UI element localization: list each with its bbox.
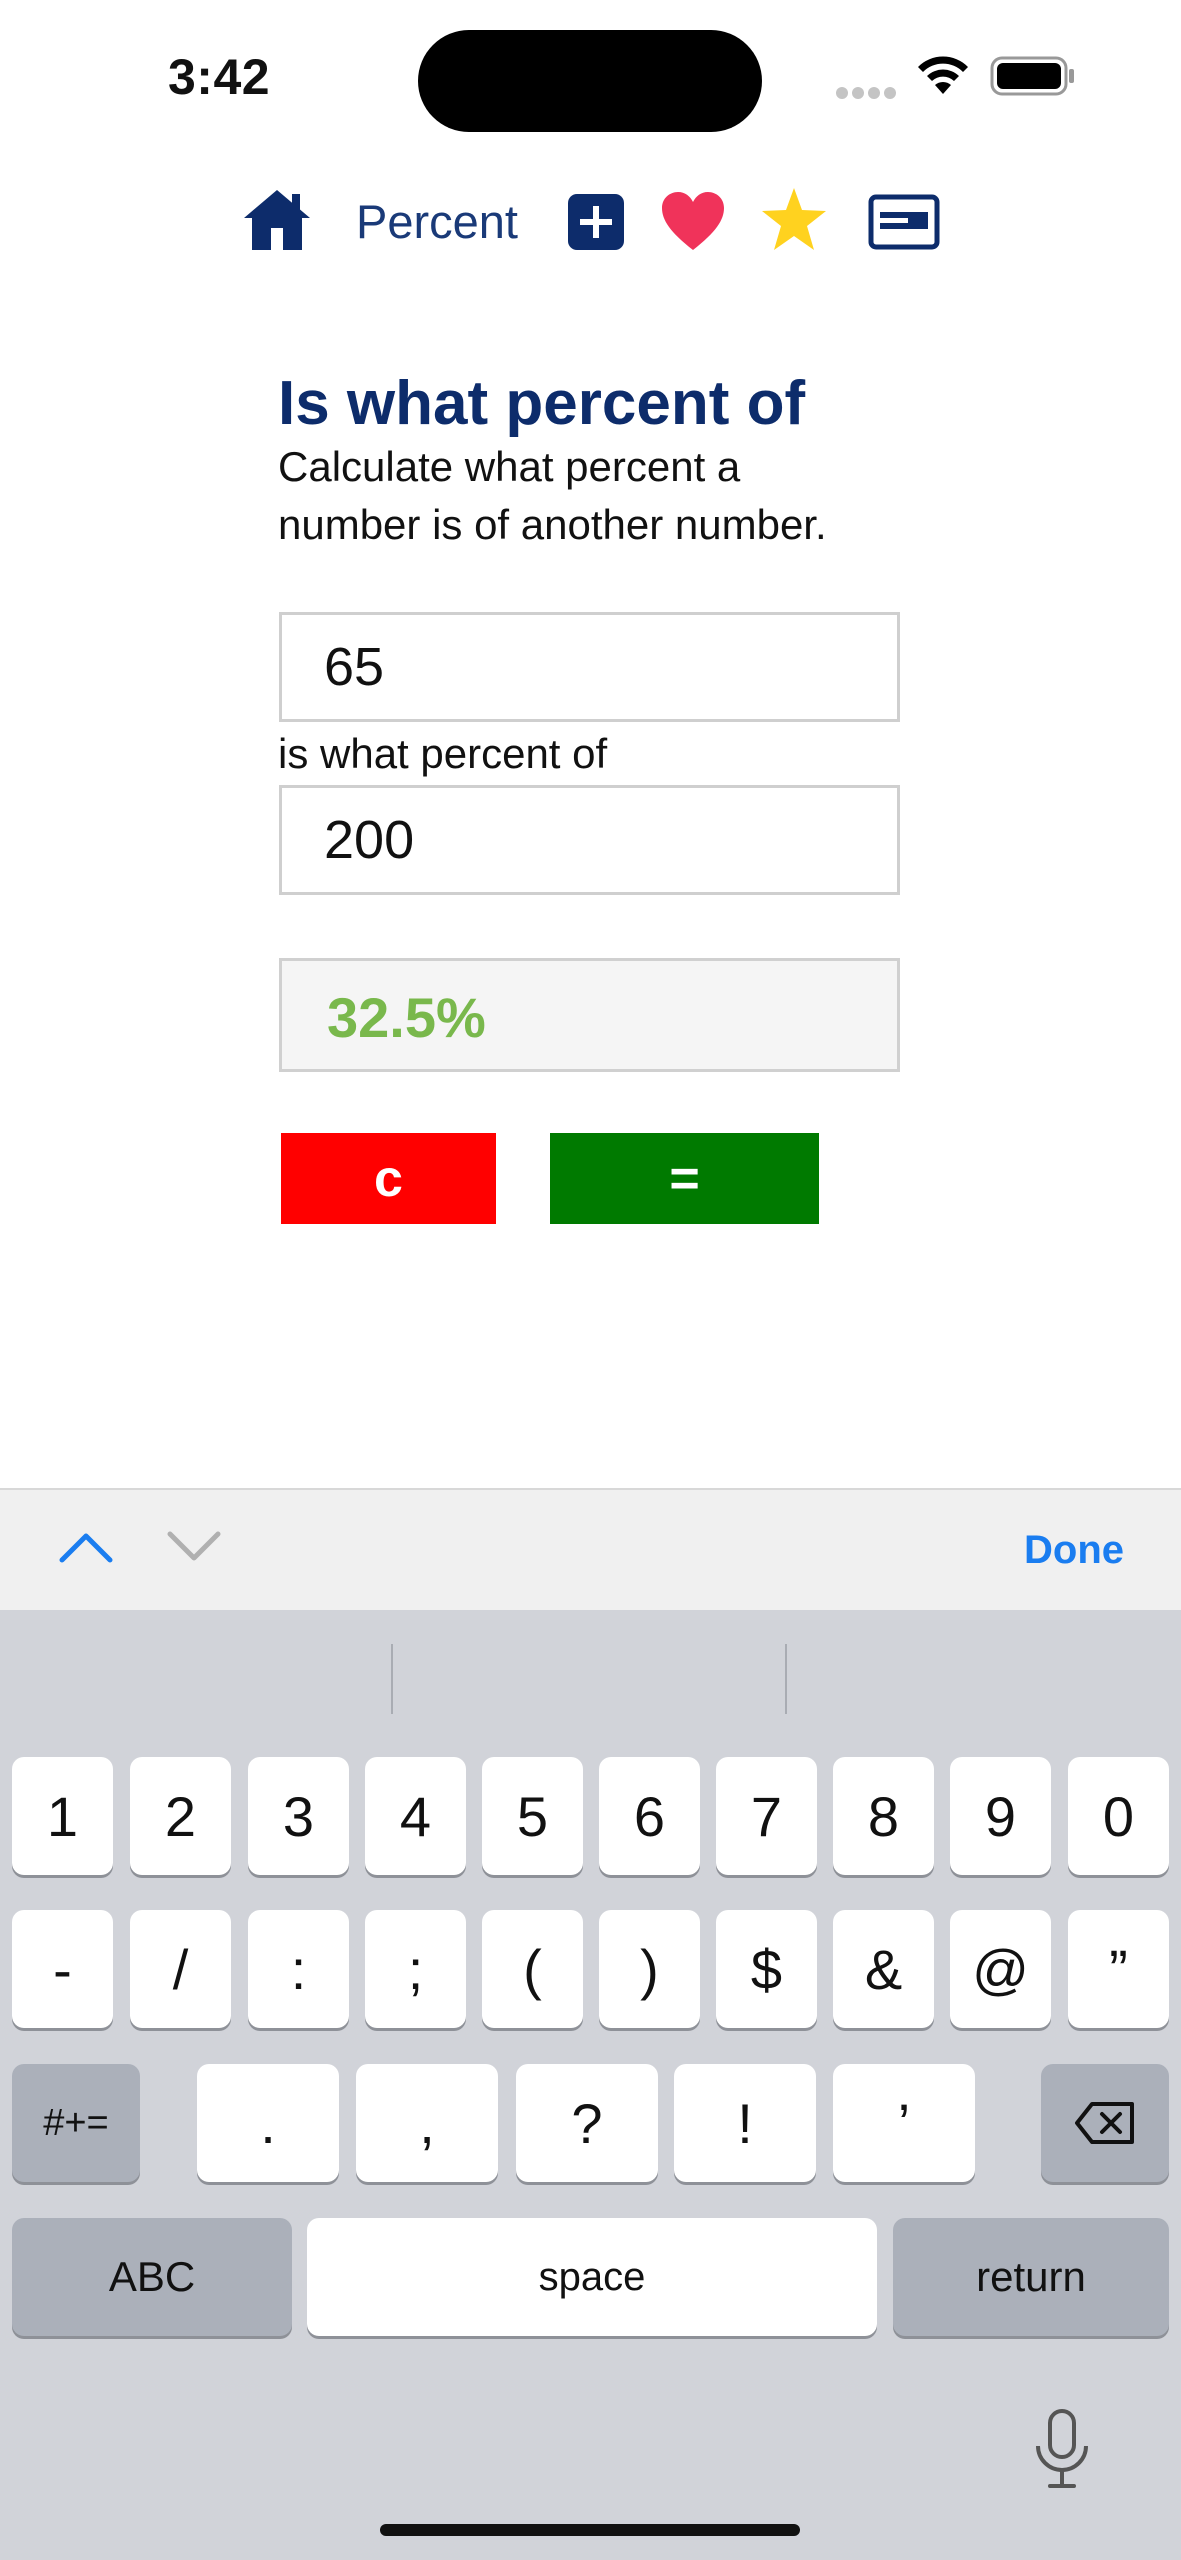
card-icon[interactable] <box>868 194 940 250</box>
total-input[interactable] <box>279 785 900 895</box>
result-value: 32.5% <box>327 986 486 1049</box>
key[interactable]: . <box>197 2064 339 2182</box>
done-button[interactable]: Done <box>1024 1528 1124 1573</box>
space-key[interactable]: space <box>307 2218 877 2336</box>
result-box: 32.5% <box>279 958 900 1072</box>
key[interactable]: ? <box>516 2064 658 2182</box>
key[interactable]: / <box>130 1910 231 2028</box>
heart-icon[interactable] <box>660 190 726 252</box>
key[interactable]: ( <box>482 1910 583 2028</box>
home-indicator <box>380 2524 800 2536</box>
key[interactable]: ; <box>365 1910 466 2028</box>
key[interactable]: 8 <box>833 1757 934 1875</box>
key[interactable]: 6 <box>599 1757 700 1875</box>
wifi-icon <box>918 56 968 94</box>
operation-label: is what percent of <box>278 730 608 777</box>
clear-button[interactable]: c <box>281 1133 496 1224</box>
key[interactable]: ! <box>674 2064 816 2182</box>
key[interactable]: $ <box>716 1910 817 2028</box>
key[interactable]: 2 <box>130 1757 231 1875</box>
backspace-key[interactable] <box>1041 2064 1169 2182</box>
cellular-signal-icon <box>836 86 900 104</box>
plus-icon[interactable] <box>568 194 624 250</box>
symbols-toggle-key[interactable]: #+= <box>12 2064 140 2182</box>
key[interactable]: ” <box>1068 1910 1169 2028</box>
key[interactable]: 0 <box>1068 1757 1169 1875</box>
keyboard-accessory-bar: Done <box>0 1488 1181 1612</box>
key[interactable]: 1 <box>12 1757 113 1875</box>
key[interactable]: ’ <box>833 2064 975 2182</box>
key[interactable]: ) <box>599 1910 700 2028</box>
key[interactable]: - <box>12 1910 113 2028</box>
suggestion-divider <box>785 1644 787 1714</box>
battery-icon <box>990 56 1074 96</box>
status-time: 3:42 <box>168 49 271 105</box>
home-icon[interactable] <box>242 186 312 252</box>
dynamic-island <box>418 30 762 132</box>
suggestion-divider <box>391 1644 393 1714</box>
backspace-icon <box>1075 2102 1134 2144</box>
numeric-keyboard: 1 2 3 4 5 6 7 8 9 0 - / : ; ( ) $ & @ ” … <box>0 1610 1181 2560</box>
page-title: Is what percent of <box>278 369 806 438</box>
key[interactable]: 4 <box>365 1757 466 1875</box>
key[interactable]: & <box>833 1910 934 2028</box>
microphone-icon[interactable] <box>1030 2408 1094 2490</box>
nav-title[interactable]: Percent <box>356 194 518 249</box>
abc-key[interactable]: ABC <box>12 2218 292 2336</box>
key[interactable]: 3 <box>248 1757 349 1875</box>
number-input[interactable] <box>279 612 900 722</box>
key[interactable]: 7 <box>716 1757 817 1875</box>
key[interactable]: : <box>248 1910 349 2028</box>
star-icon[interactable] <box>760 186 828 252</box>
return-key[interactable]: return <box>893 2218 1169 2336</box>
page-description: Calculate what percent a number is of an… <box>278 443 827 548</box>
key[interactable]: 5 <box>482 1757 583 1875</box>
key[interactable]: @ <box>950 1910 1051 2028</box>
chevron-up-icon[interactable] <box>58 1526 114 1566</box>
chevron-down-icon[interactable] <box>166 1526 222 1566</box>
key[interactable]: 9 <box>950 1757 1051 1875</box>
equals-button[interactable]: = <box>550 1133 819 1224</box>
key[interactable]: , <box>356 2064 498 2182</box>
